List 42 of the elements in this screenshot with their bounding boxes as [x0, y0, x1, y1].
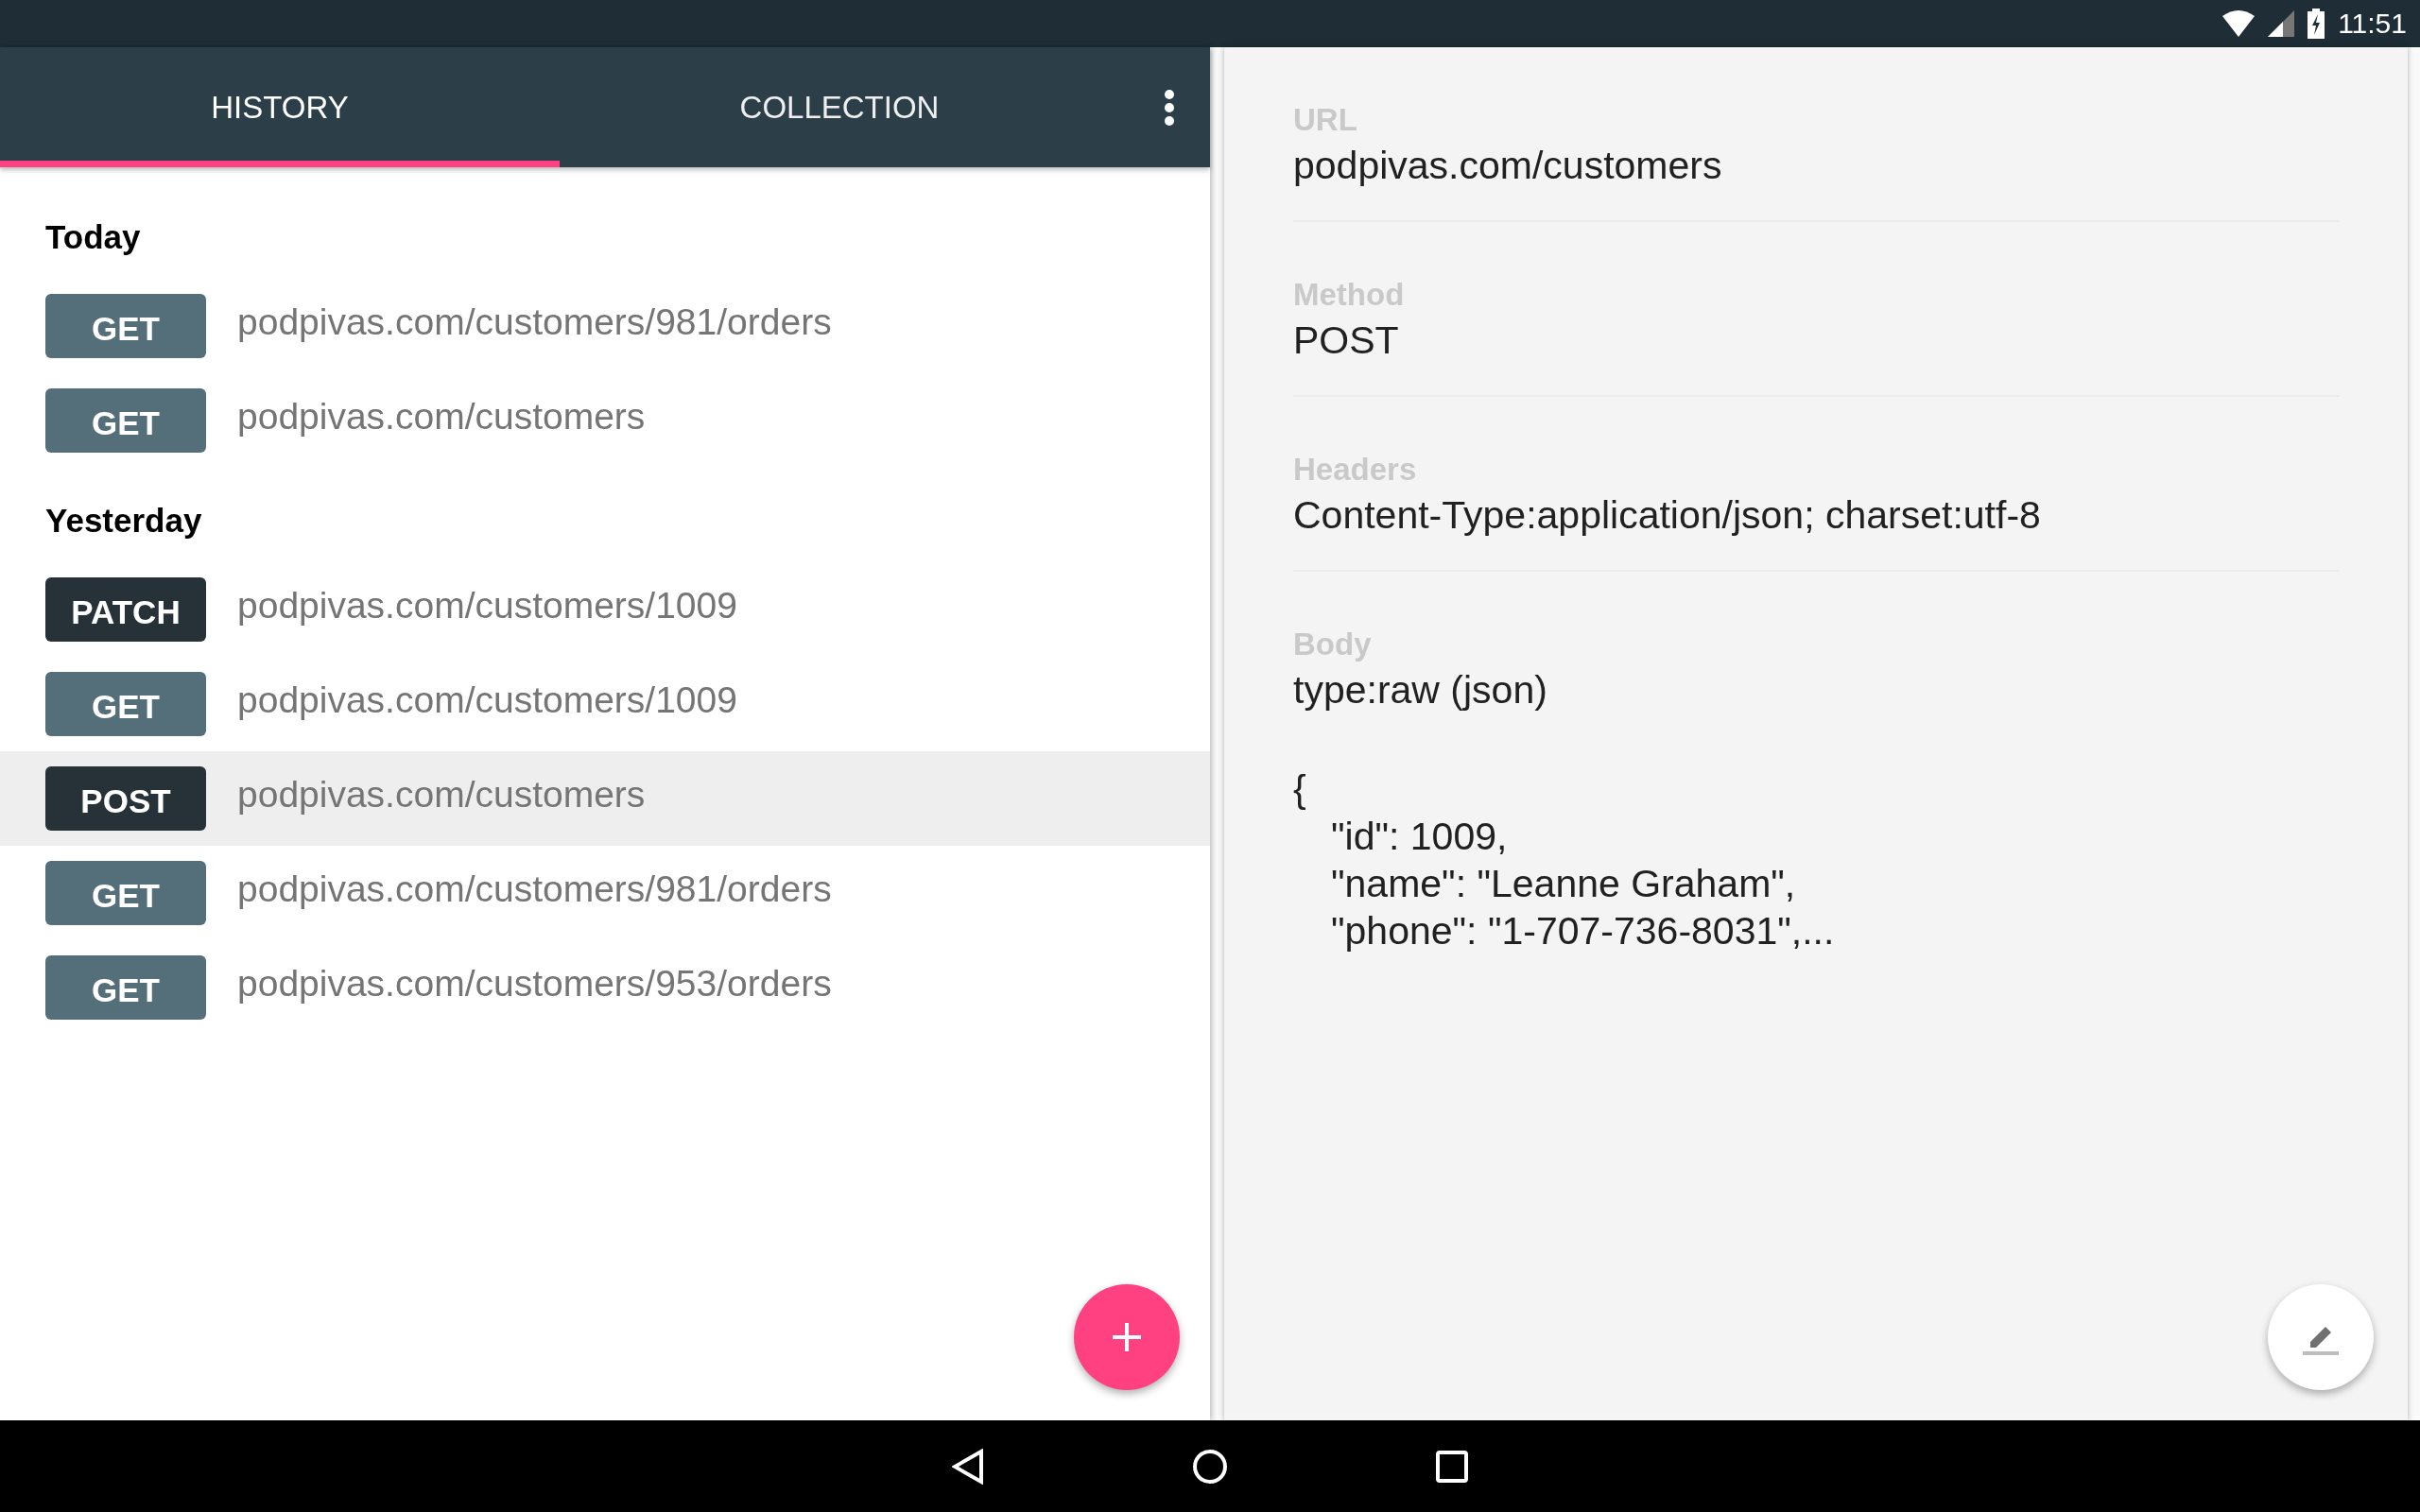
history-row[interactable]: GET podpivas.com/customers/981/orders — [0, 846, 1210, 940]
request-url: podpivas.com/customers/981/orders — [237, 868, 832, 910]
home-icon — [1192, 1448, 1228, 1485]
method-badge: GET — [45, 388, 206, 453]
code-line: "id": 1009, — [1330, 814, 1509, 860]
code-line: { — [1293, 766, 1307, 813]
field-value: type:raw (json) — [1293, 668, 1548, 713]
method-badge: GET — [45, 672, 206, 736]
history-row[interactable]: POST podpivas.com/customers — [0, 751, 1210, 846]
section-heading: Today — [44, 217, 142, 257]
request-url: podpivas.com/customers — [237, 774, 646, 816]
recents-icon — [1436, 1450, 1468, 1483]
method-badge: PATCH — [45, 577, 206, 642]
history-row[interactable]: PATCH podpivas.com/customers/1009 — [0, 562, 1210, 657]
tab[interactable]: COLLECTION — [560, 47, 1119, 167]
clock-time: 11:51 — [2338, 8, 2407, 40]
code-line: "name": "Leanne Graham", — [1330, 861, 1797, 907]
wifi-icon — [2222, 10, 2256, 37]
request-url: podpivas.com/customers/953/orders — [237, 963, 832, 1005]
history-row[interactable]: GET podpivas.com/customers/981/orders — [0, 279, 1210, 373]
tab[interactable]: HISTORY — [0, 47, 560, 167]
plus-icon — [1113, 1323, 1141, 1351]
method-badge: GET — [45, 861, 206, 925]
request-url: podpivas.com/customers/1009 — [237, 679, 737, 721]
signal-icon — [2268, 10, 2295, 37]
field-value: Content-Type:application/json; charset:utf-8 — [1293, 493, 2042, 538]
history-row[interactable]: GET podpivas.com/customers — [0, 373, 1210, 468]
request-url: podpivas.com/customers — [237, 396, 646, 438]
method-badge: POST — [45, 766, 206, 831]
back-icon — [952, 1448, 984, 1485]
history-row[interactable]: GET podpivas.com/customers/1009 — [0, 657, 1210, 751]
battery-charging-icon — [2308, 9, 2325, 39]
method-badge: GET — [45, 955, 206, 1020]
field-value: POST — [1293, 318, 1400, 363]
section-heading: Yesterday — [44, 501, 203, 541]
request-url: podpivas.com/customers/1009 — [237, 585, 737, 627]
field-value: podpivas.com/customers — [1293, 144, 1723, 188]
request-url: podpivas.com/customers/981/orders — [237, 301, 832, 343]
method-badge: GET — [45, 294, 206, 358]
history-row[interactable]: GET podpivas.com/customers/953/orders — [0, 940, 1210, 1035]
code-line: "phone": "1-707-736-8031",... — [1330, 908, 1836, 954]
more-options-icon[interactable] — [1163, 88, 1176, 127]
